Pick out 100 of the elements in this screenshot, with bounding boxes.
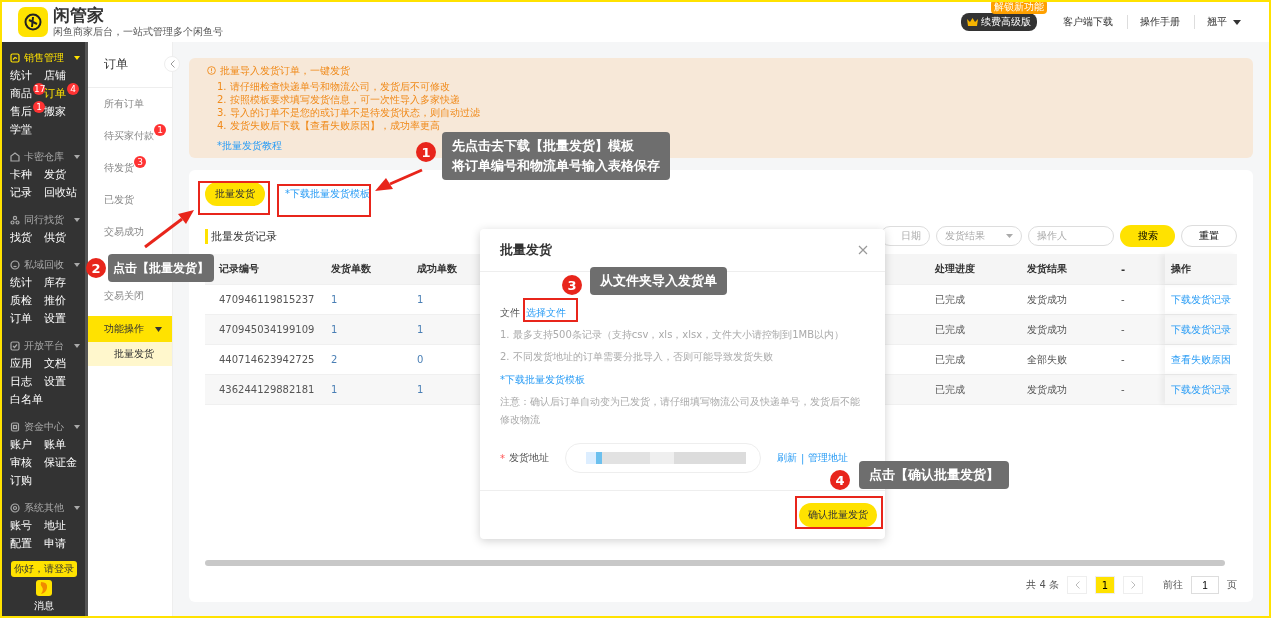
search-button[interactable]: 搜索 xyxy=(1120,225,1175,247)
sidebar-item[interactable]: 应用 xyxy=(10,355,32,373)
horizontal-scrollbar[interactable] xyxy=(205,560,1225,566)
subnav-item[interactable]: 待发货 3 xyxy=(88,152,172,184)
user-menu[interactable]: 翘平 xyxy=(1194,15,1241,29)
table-cell-text: 1 xyxy=(416,384,425,395)
sidebar-item[interactable]: 搬家 xyxy=(44,103,66,121)
subnav-item[interactable]: 待买家付款 1 xyxy=(88,120,172,152)
sidebar-item[interactable]: 供货 xyxy=(44,229,66,247)
link-separator: | xyxy=(801,452,805,464)
table-cell-text: 470946119815237 xyxy=(218,294,316,305)
subnav-item[interactable]: 交易关闭 xyxy=(88,280,172,312)
table-cell-text: 1 xyxy=(330,384,339,395)
sidebar-item[interactable]: 统计 xyxy=(10,67,32,85)
sidebar-item[interactable]: 设置 xyxy=(44,373,66,391)
subnav-section-header[interactable]: 功能操作 xyxy=(88,316,172,342)
table-cell-text: 全部失败 xyxy=(1026,352,1068,367)
caret-icon xyxy=(74,217,80,222)
table-cell-text: - xyxy=(1120,354,1126,365)
sidebar-item[interactable]: 记录 xyxy=(10,184,32,202)
sidebar-item[interactable]: 日志 xyxy=(10,373,32,391)
subnav-item[interactable]: 批量发货 xyxy=(88,342,172,366)
sidebar-item[interactable]: 店铺 xyxy=(44,67,66,85)
sidebar-item[interactable]: 账户 xyxy=(10,436,32,454)
group-icon xyxy=(10,214,20,225)
page-number-button[interactable]: 1 xyxy=(1095,576,1115,594)
caret-icon xyxy=(74,343,80,348)
column-header: - xyxy=(1120,263,1127,275)
reset-button[interactable]: 重置 xyxy=(1181,225,1237,247)
dialog-note: 1. 最多支持500条记录（支持csv，xls，xlsx，文件大小请控制到1MB以内） xyxy=(500,328,845,342)
group-icon xyxy=(10,421,20,432)
crown-icon xyxy=(967,18,978,26)
step-number: 1 xyxy=(416,142,436,162)
sidebar-item[interactable]: 白名单 xyxy=(10,391,43,409)
sidebar-item[interactable]: 质检 xyxy=(10,292,32,310)
sidebar-item[interactable]: 卡种 xyxy=(10,166,32,184)
close-button[interactable] xyxy=(857,244,869,256)
sidebar-group-header[interactable]: 私域回收 xyxy=(10,255,80,274)
address-label: 发货地址 xyxy=(509,451,549,465)
table-cell-text: 已完成 xyxy=(934,382,966,397)
sidebar-item[interactable]: 找货 xyxy=(10,229,32,247)
sidebar-group-header[interactable]: 资金中心 xyxy=(10,417,80,436)
previous-page-button[interactable] xyxy=(1067,576,1087,594)
table-cell-text: 2 xyxy=(330,354,339,365)
table-cell-text: - xyxy=(1120,384,1126,395)
sidebar-item[interactable]: 订单 xyxy=(44,85,66,103)
group-icon xyxy=(10,502,20,513)
confirm-batch-ship-button[interactable]: 确认批量发货 xyxy=(799,503,877,527)
sidebar-item[interactable]: 订购 xyxy=(10,472,32,490)
app-name: 闲管家 xyxy=(53,5,105,25)
sidebar-item[interactable]: 文档 xyxy=(44,355,66,373)
upgrade-button[interactable]: 续费高级版 xyxy=(961,13,1037,31)
sidebar-item[interactable]: 商品 xyxy=(10,85,32,103)
sidebar-group-header[interactable]: 开放平台 xyxy=(10,336,80,355)
count-badge: 3 xyxy=(134,156,146,168)
table-cell-text: 1 xyxy=(416,324,425,335)
sidebar-item[interactable]: 审核 xyxy=(10,454,32,472)
caret-icon xyxy=(74,55,80,60)
sidebar-group-header[interactable]: 系统其他 xyxy=(10,498,80,517)
sidebar-item[interactable]: 统计 xyxy=(10,274,32,292)
count-badge: 17 xyxy=(33,83,45,95)
sidebar-item[interactable]: 售后 xyxy=(10,103,32,121)
step-callout: 先点击去下载【批量发货】模板 将订单编号和物流单号输入表格保存 xyxy=(442,132,670,180)
sidebar-item[interactable]: 回收站 xyxy=(44,184,77,202)
login-tip: 你好，请登录 xyxy=(10,561,77,577)
sidebar-item[interactable]: 发货 xyxy=(44,166,66,184)
sidebar-item[interactable]: 配置 xyxy=(10,535,32,553)
sidebar-group-header[interactable]: 同行找货 xyxy=(10,210,80,229)
bird-icon[interactable] xyxy=(35,580,52,596)
notice-line: 1. 请仔细检查快递单号和物流公司，发货后不可修改 xyxy=(216,80,451,93)
header-link[interactable]: 客户端下载 xyxy=(1051,15,1113,29)
table-cell-text: 发货成功 xyxy=(1026,382,1068,397)
page-input[interactable]: 1 xyxy=(1191,576,1219,594)
table-cell-text: 1 xyxy=(330,294,339,305)
table-cell-text: 0 xyxy=(416,354,425,365)
sidebar-item[interactable]: 账号 xyxy=(10,517,32,535)
header-link[interactable]: 操作手册 xyxy=(1127,15,1180,29)
section-title: 批量发货记录 xyxy=(205,228,277,244)
sidebar-item[interactable]: 账单 xyxy=(44,436,66,454)
sidebar-item[interactable]: 订单 xyxy=(10,310,32,328)
column-header: 操作 xyxy=(1165,254,1237,284)
collapse-button[interactable] xyxy=(164,56,180,72)
sidebar-item[interactable]: 推价 xyxy=(44,292,66,310)
subnav-item[interactable]: 所有订单 xyxy=(88,88,172,120)
sidebar-item[interactable]: 设置 xyxy=(44,310,66,328)
sidebar-item[interactable]: 地址 xyxy=(44,517,66,535)
sidebar-group-header[interactable]: 卡密仓库 xyxy=(10,147,80,166)
sidebar-item[interactable]: 申请 xyxy=(44,535,66,553)
subnav-item[interactable]: 已发货 xyxy=(88,184,172,216)
sidebar-item[interactable]: 库存 xyxy=(44,274,66,292)
group-icon xyxy=(10,340,20,351)
caret-icon xyxy=(74,505,80,510)
table-cell-text: 发货成功 xyxy=(1026,322,1068,337)
subnav-item[interactable]: 交易成功 xyxy=(88,216,172,248)
message-label[interactable]: 消息 xyxy=(33,599,54,613)
sidebar-group-header[interactable]: 销售管理 xyxy=(10,48,80,67)
sidebar-item[interactable]: 保证金 xyxy=(44,454,77,472)
sidebar-item[interactable]: 学堂 xyxy=(10,121,32,139)
next-page-button[interactable] xyxy=(1123,576,1143,594)
batch-ship-button[interactable]: 批量发货 xyxy=(205,182,265,206)
